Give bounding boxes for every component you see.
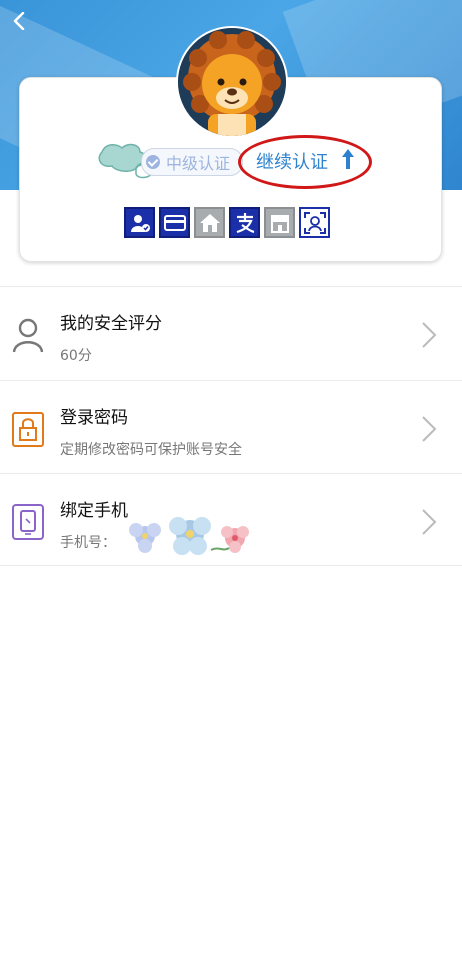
face-scan-icon[interactable]	[299, 207, 330, 238]
chevron-right-icon	[422, 416, 437, 442]
lock-icon	[12, 412, 44, 447]
security-score-row[interactable]: 我的安全评分 60分	[0, 287, 462, 379]
back-arrow-icon[interactable]	[10, 12, 28, 30]
phone-number-label: 手机号：	[60, 535, 116, 551]
bind-phone-row[interactable]: 绑定手机 手机号：	[0, 474, 462, 566]
flower-sticker-redaction	[129, 517, 249, 555]
id-user-check-icon[interactable]	[124, 207, 155, 238]
bank-card-icon[interactable]	[159, 207, 190, 238]
house-icon[interactable]	[194, 207, 225, 238]
level-label: 中级认证	[166, 154, 231, 173]
red-annotation-circle	[238, 135, 372, 189]
lion-avatar-image	[178, 28, 286, 136]
alipay-zhi-icon[interactable]	[229, 207, 260, 238]
login-password-row[interactable]: 登录密码 定期修改密码可保护账号安全	[0, 381, 462, 473]
chevron-right-icon	[422, 322, 437, 348]
store-icon[interactable]	[264, 207, 295, 238]
security-score-value: 60分	[60, 348, 92, 364]
verification-icons	[124, 207, 330, 238]
user-icon	[12, 318, 44, 353]
login-password-title: 登录密码	[60, 408, 128, 428]
phone-icon	[12, 504, 44, 540]
chevron-right-icon	[422, 509, 437, 535]
divider	[0, 565, 462, 566]
check-icon	[146, 155, 160, 169]
level-badge: 中级认证	[141, 148, 243, 176]
security-score-title: 我的安全评分	[60, 314, 162, 334]
login-password-hint: 定期修改密码可保护账号安全	[60, 442, 242, 458]
lion-avatar[interactable]	[176, 26, 288, 138]
